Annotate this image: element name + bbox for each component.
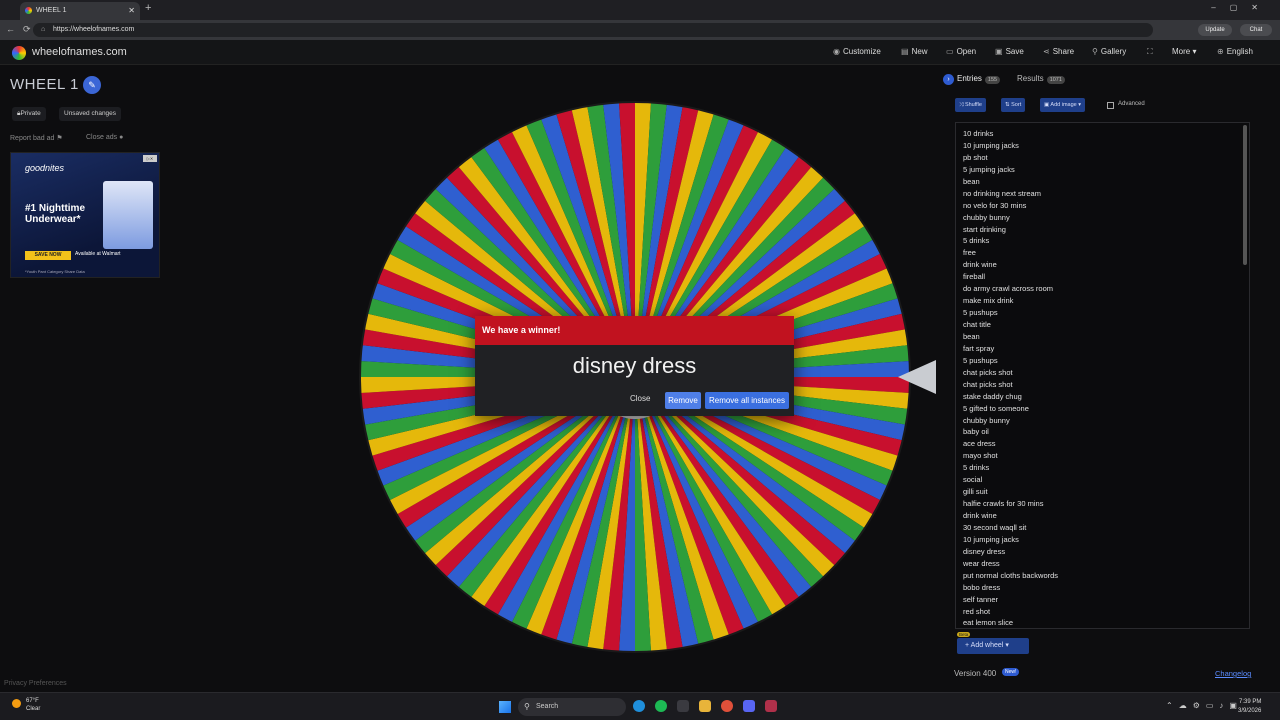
entry-item[interactable]: bean xyxy=(963,176,1058,188)
advanced-label[interactable]: Advanced xyxy=(1118,101,1145,107)
entry-item[interactable]: chat title xyxy=(963,319,1058,331)
entry-item[interactable]: bobo dress xyxy=(963,582,1058,594)
windows-start-icon[interactable] xyxy=(499,701,511,713)
add-wheel-button[interactable]: + Add wheel ▾ xyxy=(957,638,1029,654)
advanced-checkbox[interactable] xyxy=(1107,102,1114,109)
weather-condition: Clear xyxy=(26,706,41,712)
entry-item[interactable]: halfie crawls for 30 mins xyxy=(963,498,1058,510)
entry-item[interactable]: wear dress xyxy=(963,558,1058,570)
remove-all-instances-button[interactable]: Remove all instances xyxy=(705,392,789,409)
winner-name: disney dress xyxy=(572,353,697,378)
entry-item[interactable]: 5 jumping jacks xyxy=(963,164,1058,176)
clock-time: 7:39 PM xyxy=(1239,699,1262,705)
new-badge: New! xyxy=(1002,668,1020,676)
changelog-link[interactable]: Changelog xyxy=(1215,669,1251,678)
entry-item[interactable]: 5 drinks xyxy=(963,235,1058,247)
entry-item[interactable]: 5 pushups xyxy=(963,355,1058,367)
remove-button[interactable]: Remove xyxy=(665,392,701,409)
system-tray[interactable]: ⌃☁⚙▭♪▣ xyxy=(1166,701,1243,710)
entries-tab-label: Entries xyxy=(957,74,982,83)
entry-item[interactable]: 10 drinks xyxy=(963,128,1058,140)
weather-widget[interactable]: 67°F Clear xyxy=(12,697,40,713)
tab-entries[interactable]: › Entries 155 xyxy=(943,74,1001,85)
entries-scrollbar[interactable] xyxy=(1243,125,1247,265)
app-icon[interactable] xyxy=(721,700,733,712)
entry-item[interactable]: red shot xyxy=(963,606,1058,618)
privacy-preferences-link[interactable]: Privacy Preferences xyxy=(4,680,67,687)
entry-item[interactable]: 5 drinks xyxy=(963,462,1058,474)
taskbar-search[interactable]: ⚲ Search xyxy=(518,698,626,716)
weather-sun-icon xyxy=(12,699,21,708)
entry-item[interactable]: fart spray xyxy=(963,343,1058,355)
chevron-down-icon: ▾ xyxy=(1005,642,1009,649)
entry-item[interactable]: pb shot xyxy=(963,152,1058,164)
entry-item[interactable]: drink wine xyxy=(963,259,1058,271)
entry-item[interactable]: chat picks shot xyxy=(963,367,1058,379)
panel-tabs: › Entries 155 Results 1071 xyxy=(943,74,1263,88)
entry-item[interactable]: disney dress xyxy=(963,546,1058,558)
entry-item[interactable]: do army crawl across room xyxy=(963,283,1058,295)
discord-icon[interactable] xyxy=(743,700,755,712)
entry-item[interactable]: no velo for 30 mins xyxy=(963,200,1058,212)
sort-button[interactable]: ⇅ Sort xyxy=(1001,98,1026,112)
entry-item[interactable]: mayo shot xyxy=(963,450,1058,462)
entry-item[interactable]: chubby bunny xyxy=(963,212,1058,224)
winner-dialog: We have a winner! disney dress Close Rem… xyxy=(475,316,794,416)
spotify-icon[interactable] xyxy=(655,700,667,712)
file-explorer-icon[interactable] xyxy=(699,700,711,712)
version-text: Version 400 xyxy=(954,669,997,678)
entry-item[interactable]: 10 jumping jacks xyxy=(963,140,1058,152)
entry-item[interactable]: drink wine xyxy=(963,510,1058,522)
add-image-button[interactable]: ▣ Add image ▾ xyxy=(1040,98,1086,112)
entry-item[interactable]: bean xyxy=(963,331,1058,343)
results-count-badge: 1071 xyxy=(1046,76,1065,84)
weather-temp: 67°F xyxy=(26,698,39,704)
shuffle-label: Shuffle xyxy=(964,102,982,108)
app-icon[interactable] xyxy=(677,700,689,712)
sort-label: Sort xyxy=(1011,102,1022,108)
winner-dialog-title: We have a winner! xyxy=(475,316,794,345)
entry-item[interactable]: ace dress xyxy=(963,438,1058,450)
search-icon: ⚲ xyxy=(524,702,530,711)
obs-icon[interactable] xyxy=(765,700,777,712)
entry-item[interactable]: baby oil xyxy=(963,426,1058,438)
system-clock[interactable]: 7:39 PM 3/9/2026 xyxy=(1238,698,1261,716)
os-taskbar: 67°F Clear ⚲ Search ⌃☁⚙▭♪▣ 7:39 PM 3/9/20… xyxy=(0,692,1280,720)
entry-item[interactable]: 5 gifted to someone xyxy=(963,403,1058,415)
chevron-down-icon: ▾ xyxy=(1078,102,1082,108)
entry-item[interactable]: free xyxy=(963,247,1058,259)
close-button[interactable]: Close xyxy=(630,394,650,403)
add-wheel-label: Add wheel xyxy=(970,642,1004,649)
entry-item[interactable]: chubby bunny xyxy=(963,415,1058,427)
entries-textarea[interactable]: 10 drinks 10 jumping jacks pb shot 5 jumpin… xyxy=(955,122,1250,629)
entry-item[interactable]: make mix drink xyxy=(963,295,1058,307)
entry-item[interactable]: social xyxy=(963,474,1058,486)
entry-item[interactable]: 5 pushups xyxy=(963,307,1058,319)
entry-item[interactable]: self tanner xyxy=(963,594,1058,606)
entry-item[interactable]: eat lemon slice xyxy=(963,617,1058,628)
entry-item[interactable]: no drinking next stream xyxy=(963,188,1058,200)
entry-item[interactable]: gilli suit xyxy=(963,486,1058,498)
beta-badge: Beta xyxy=(957,632,971,637)
entry-item[interactable]: 30 second waqll sit xyxy=(963,522,1058,534)
entry-item[interactable]: 10 jumping jacks xyxy=(963,534,1058,546)
results-tab-label: Results xyxy=(1017,74,1044,83)
entry-item[interactable]: chat picks shot xyxy=(963,379,1058,391)
entry-item[interactable]: put normal cloths backwords xyxy=(963,570,1058,582)
collapse-panel-icon[interactable]: › xyxy=(943,74,954,85)
wheel-pointer-icon xyxy=(898,360,936,394)
add-image-label: Add image xyxy=(1050,102,1077,108)
entry-item[interactable]: stake daddy chug xyxy=(963,391,1058,403)
entry-item[interactable]: fireball xyxy=(963,271,1058,283)
entries-list: 10 drinks 10 jumping jacks pb shot 5 jumpin… xyxy=(963,128,1058,628)
entry-item[interactable]: start drinking xyxy=(963,224,1058,236)
taskbar-search-label: Search xyxy=(536,703,559,710)
edge-icon[interactable] xyxy=(633,700,645,712)
tab-results[interactable]: Results 1071 xyxy=(1017,74,1065,84)
clock-date: 3/9/2026 xyxy=(1238,708,1262,714)
entries-count-badge: 155 xyxy=(984,76,1001,84)
shuffle-button[interactable]: ⤨ Shuffle xyxy=(955,98,986,112)
